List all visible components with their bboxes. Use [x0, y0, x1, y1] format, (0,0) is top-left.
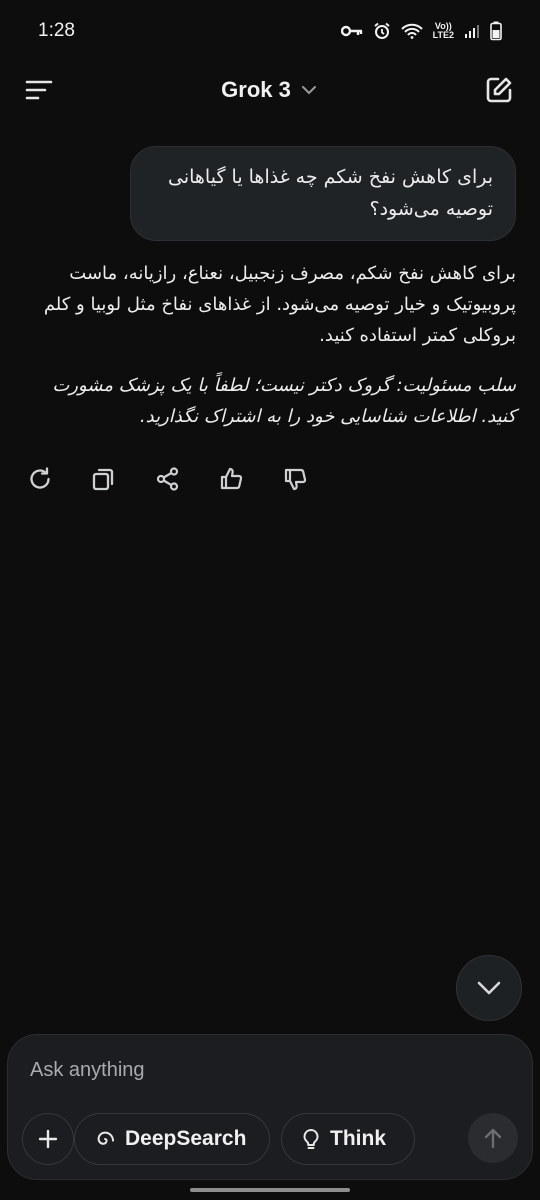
copy-button[interactable]: [88, 463, 120, 495]
top-bar: Grok 3: [0, 62, 540, 118]
assistant-answer: برای کاهش نفخ شکم، مصرف زنجبیل، نعناع، ر…: [43, 263, 516, 346]
copy-icon: [92, 468, 114, 491]
alarm-icon: [373, 22, 391, 40]
new-chat-button[interactable]: [482, 73, 516, 107]
send-button[interactable]: [468, 1113, 518, 1163]
chevron-down-icon: [477, 981, 501, 995]
response-actions: [24, 463, 312, 495]
network-type: Vo)) LTE2: [433, 22, 454, 40]
think-button[interactable]: Think: [281, 1113, 415, 1165]
scroll-to-bottom-button[interactable]: [456, 955, 522, 1021]
think-label: Think: [330, 1127, 386, 1150]
dislike-button[interactable]: [280, 463, 312, 495]
attach-button[interactable]: [22, 1113, 74, 1165]
thumbs-down-icon: [284, 468, 307, 491]
composer: DeepSearch Think: [7, 1034, 533, 1180]
status-icons: Vo)) LTE2: [340, 21, 502, 41]
lightbulb-icon: [303, 1129, 319, 1149]
key-icon: [340, 24, 363, 38]
wifi-icon: [400, 23, 423, 39]
regenerate-button[interactable]: [24, 463, 56, 495]
battery-icon: [490, 21, 502, 41]
deepsearch-icon: [97, 1131, 114, 1145]
model-title: Grok 3: [221, 77, 291, 102]
message-input[interactable]: [28, 1051, 492, 1089]
edit-icon: [486, 77, 512, 103]
menu-icon: [25, 80, 53, 100]
share-button[interactable]: [152, 463, 184, 495]
assistant-disclaimer: سلب مسئولیت: گروک دکتر نیست؛ لطفاً با یک…: [52, 375, 516, 427]
arrow-up-icon: [484, 1128, 502, 1149]
deepsearch-label: DeepSearch: [125, 1127, 247, 1150]
menu-button[interactable]: [22, 73, 56, 107]
status-bar: 1:28 Vo)) LTE2: [0, 0, 540, 62]
plus-icon: [38, 1129, 58, 1149]
assistant-response: برای کاهش نفخ شکم، مصرف زنجبیل، نعناع، ر…: [26, 258, 516, 451]
share-icon: [156, 467, 179, 491]
status-time: 1:28: [38, 20, 75, 41]
model-selector[interactable]: Grok 3: [221, 77, 317, 103]
signal-icon: [464, 23, 480, 39]
chevron-down-icon: [301, 86, 316, 95]
deepsearch-button[interactable]: DeepSearch: [74, 1113, 270, 1165]
refresh-icon: [30, 467, 50, 489]
like-button[interactable]: [216, 463, 248, 495]
thumbs-up-icon: [220, 467, 243, 490]
home-indicator[interactable]: [190, 1188, 350, 1192]
user-message-bubble: برای کاهش نفخ شکم چه غذاها یا گیاهانی تو…: [130, 146, 516, 241]
lte-label: LTE2: [432, 30, 454, 40]
